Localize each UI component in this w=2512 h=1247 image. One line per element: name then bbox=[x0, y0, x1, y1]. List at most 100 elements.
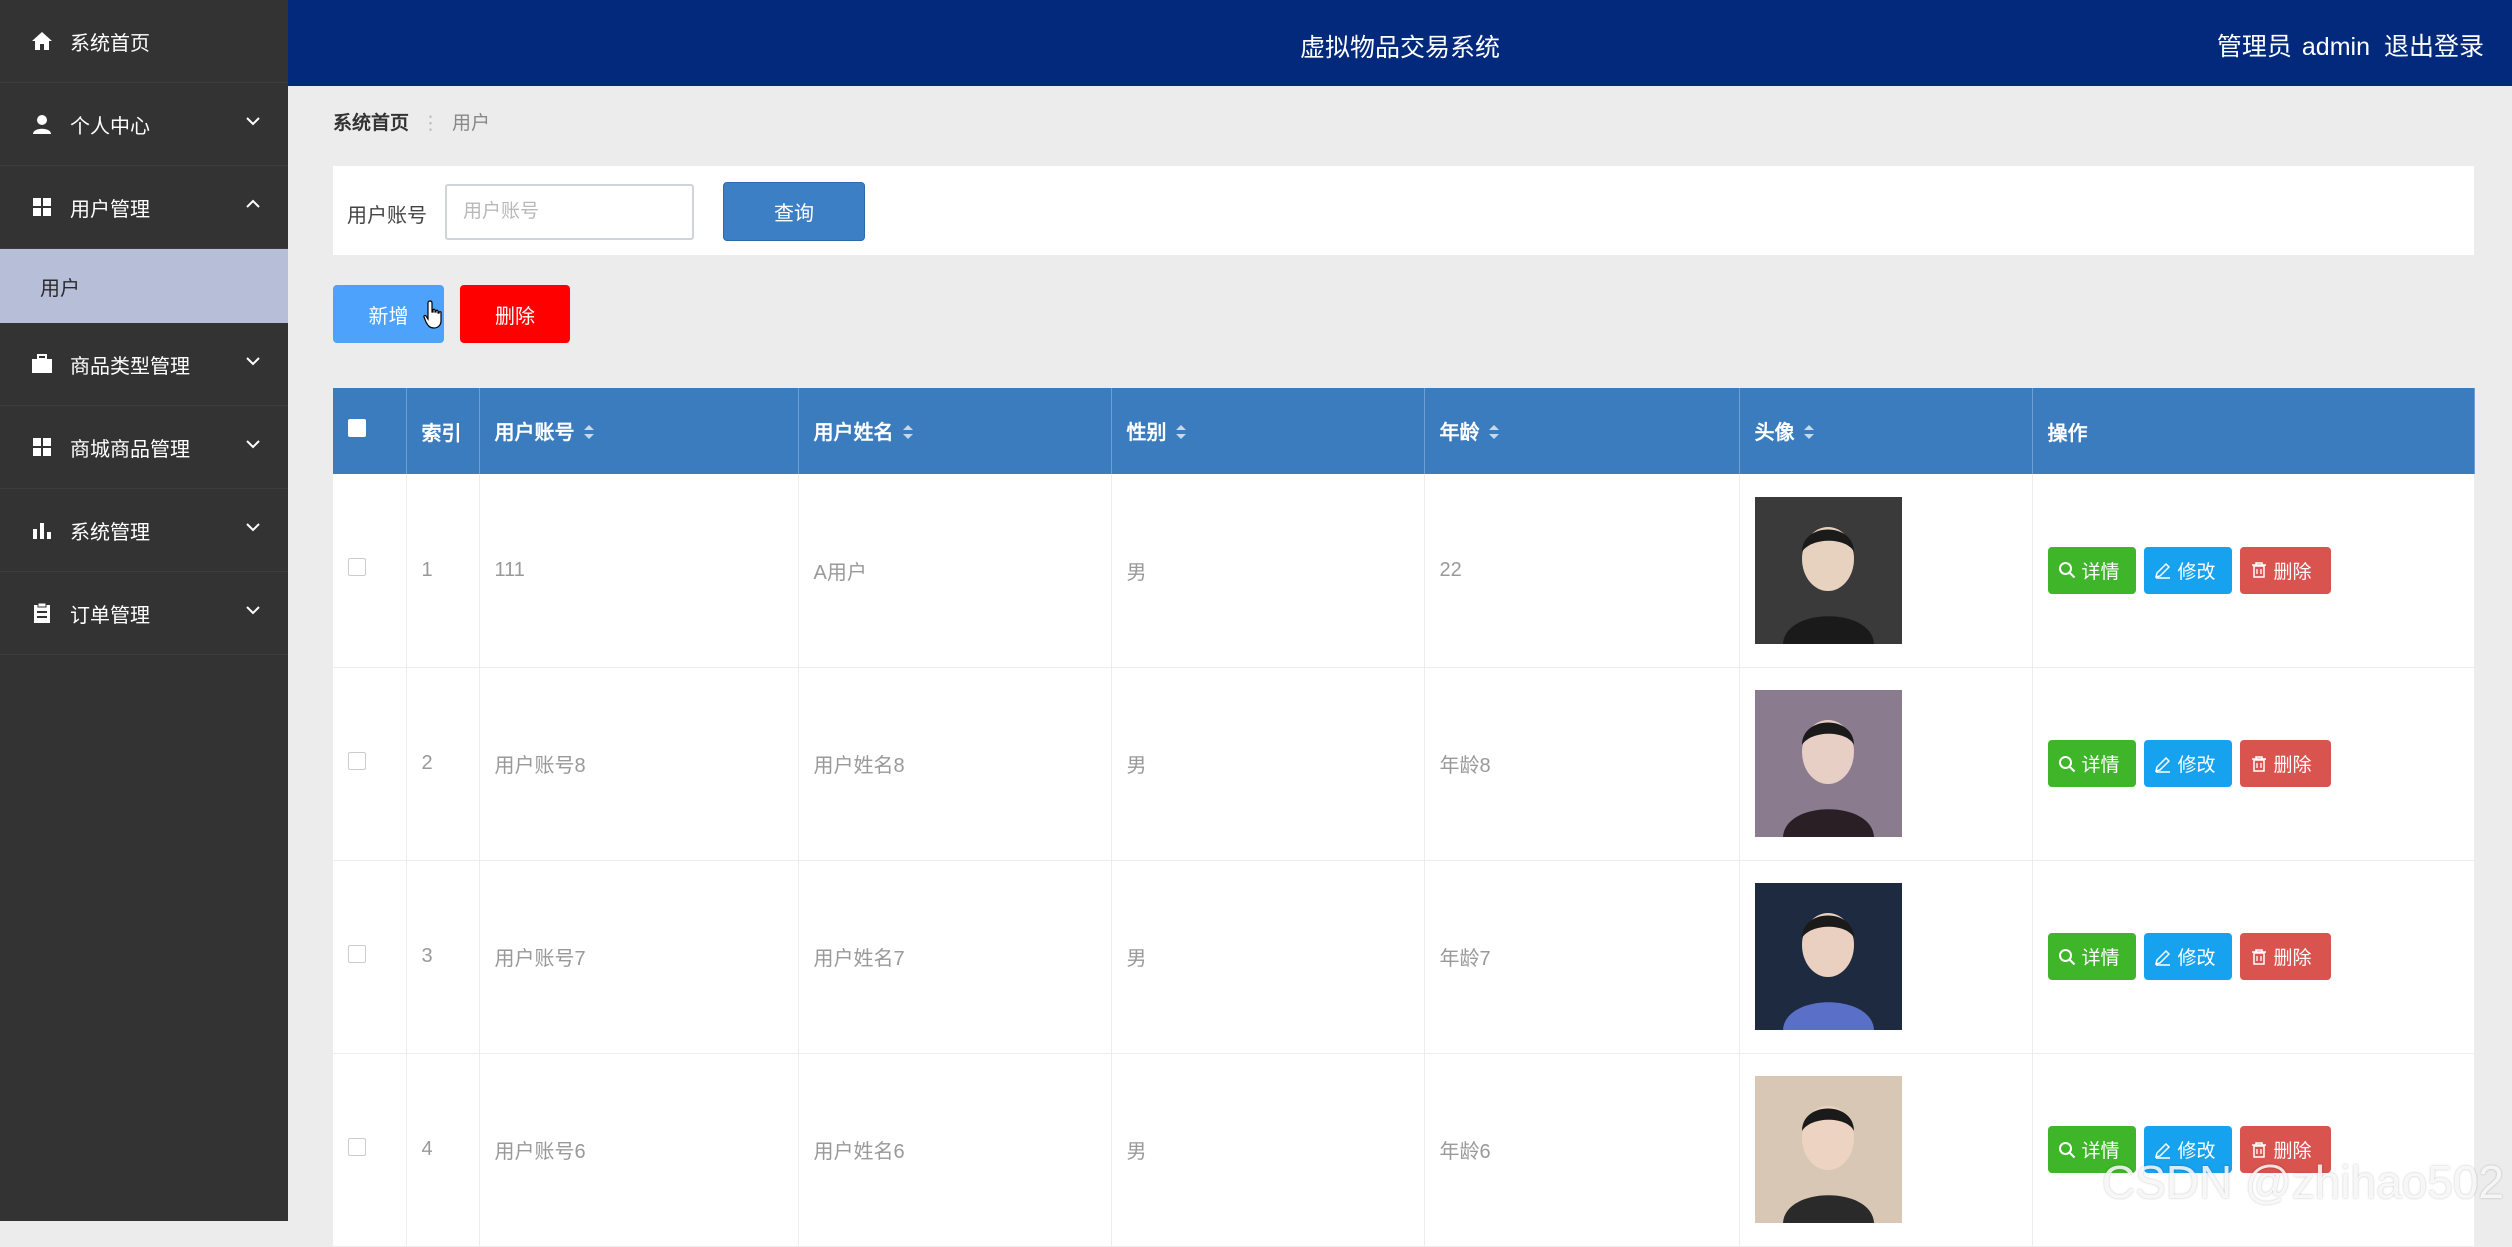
search-input[interactable] bbox=[445, 184, 694, 240]
sidebar-item-label: 系统管理 bbox=[70, 516, 150, 545]
edit-button[interactable]: 修改 bbox=[2144, 740, 2232, 787]
user-info: 管理员 admin 退出登录 bbox=[2207, 27, 2484, 63]
column-header-name[interactable]: 用户姓名 bbox=[798, 388, 1111, 474]
avatar[interactable] bbox=[1755, 497, 1902, 644]
cell-age: 22 bbox=[1424, 474, 1739, 667]
clipboard-icon bbox=[30, 601, 54, 625]
sidebar-item-user-management[interactable]: 用户管理 bbox=[0, 166, 288, 249]
delete-button[interactable]: 删除 bbox=[2240, 547, 2331, 594]
sort-icon[interactable] bbox=[1803, 423, 1815, 446]
batch-delete-button[interactable]: 删除 bbox=[460, 285, 570, 343]
cell-gender: 男 bbox=[1111, 860, 1424, 1053]
sidebar-item-order-management[interactable]: 订单管理 bbox=[0, 572, 288, 655]
user-name: admin bbox=[2302, 33, 2370, 61]
cell-index: 4 bbox=[406, 1053, 479, 1246]
search-icon bbox=[2058, 948, 2076, 966]
detail-button[interactable]: 详情 bbox=[2048, 933, 2136, 980]
query-button[interactable]: 查询 bbox=[723, 182, 865, 241]
cell-account: 用户账号8 bbox=[479, 667, 798, 860]
sort-icon[interactable] bbox=[902, 423, 914, 446]
cell-name: 用户姓名8 bbox=[798, 667, 1111, 860]
home-icon bbox=[30, 29, 54, 53]
table-row: 2 用户账号8 用户姓名8 男 年龄8 详情 修改 bbox=[333, 667, 2474, 860]
sidebar-item-system-management[interactable]: 系统管理 bbox=[0, 489, 288, 572]
edit-button[interactable]: 修改 bbox=[2144, 933, 2232, 980]
cell-ops: 详情 修改 删除 bbox=[2032, 1053, 2474, 1246]
sidebar-item-label: 个人中心 bbox=[70, 110, 150, 139]
trash-icon bbox=[2250, 755, 2268, 773]
avatar[interactable] bbox=[1755, 1076, 1902, 1223]
grid-icon bbox=[30, 435, 54, 459]
cell-ops: 详情 修改 删除 bbox=[2032, 667, 2474, 860]
chevron-down-icon bbox=[246, 522, 258, 534]
row-select-cell[interactable] bbox=[333, 474, 406, 667]
cell-avatar bbox=[1739, 1053, 2032, 1246]
sort-icon[interactable] bbox=[1488, 423, 1500, 446]
row-select-cell[interactable] bbox=[333, 667, 406, 860]
cell-avatar bbox=[1739, 667, 2032, 860]
user-icon bbox=[30, 112, 54, 136]
sort-icon[interactable] bbox=[1175, 423, 1187, 446]
column-header-account[interactable]: 用户账号 bbox=[479, 388, 798, 474]
sidebar-item-product-type-management[interactable]: 商品类型管理 bbox=[0, 323, 288, 406]
row-checkbox[interactable] bbox=[348, 1138, 366, 1156]
row-checkbox[interactable] bbox=[348, 752, 366, 770]
row-select-cell[interactable] bbox=[333, 860, 406, 1053]
cell-ops: 详情 修改 删除 bbox=[2032, 860, 2474, 1053]
breadcrumb-separator: ⋮ bbox=[421, 113, 440, 134]
app-title: 虚拟物品交易系统 bbox=[288, 28, 2512, 64]
sidebar: 系统首页 个人中心 用户管理 用户 商品类型管理 商城商品管理 bbox=[0, 0, 288, 1221]
logout-link[interactable]: 退出登录 bbox=[2384, 33, 2484, 61]
cell-age: 年龄6 bbox=[1424, 1053, 1739, 1246]
row-checkbox[interactable] bbox=[348, 558, 366, 576]
user-role: 管理员 bbox=[2217, 33, 2292, 61]
table-row: 4 用户账号6 用户姓名6 男 年龄6 详情 修改 bbox=[333, 1053, 2474, 1246]
sort-icon[interactable] bbox=[583, 423, 595, 446]
search-label: 用户账号 bbox=[347, 199, 427, 228]
sidebar-item-home[interactable]: 系统首页 bbox=[0, 0, 288, 83]
column-header-age[interactable]: 年龄 bbox=[1424, 388, 1739, 474]
chevron-down-icon bbox=[246, 356, 258, 368]
table-row: 3 用户账号7 用户姓名7 男 年龄7 详情 修改 bbox=[333, 860, 2474, 1053]
detail-button[interactable]: 详情 bbox=[2048, 547, 2136, 594]
detail-button[interactable]: 详情 bbox=[2048, 740, 2136, 787]
row-select-cell[interactable] bbox=[333, 1053, 406, 1246]
sidebar-subitem-users[interactable]: 用户 bbox=[0, 249, 288, 323]
top-bar: 虚拟物品交易系统 管理员 admin 退出登录 bbox=[288, 0, 2512, 86]
column-header-avatar[interactable]: 头像 bbox=[1739, 388, 2032, 474]
table-row: 1 111 A用户 男 22 详情 修改 bbox=[333, 474, 2474, 667]
cell-age: 年龄8 bbox=[1424, 667, 1739, 860]
chevron-down-icon bbox=[246, 605, 258, 617]
cell-index: 3 bbox=[406, 860, 479, 1053]
sidebar-item-mall-product-management[interactable]: 商城商品管理 bbox=[0, 406, 288, 489]
edit-button[interactable]: 修改 bbox=[2144, 547, 2232, 594]
search-icon bbox=[2058, 1141, 2076, 1159]
avatar[interactable] bbox=[1755, 883, 1902, 1030]
select-all-checkbox[interactable] bbox=[348, 419, 366, 437]
cell-gender: 男 bbox=[1111, 667, 1424, 860]
pencil-icon bbox=[2154, 948, 2172, 966]
cell-ops: 详情 修改 删除 bbox=[2032, 474, 2474, 667]
delete-button[interactable]: 删除 bbox=[2240, 740, 2331, 787]
row-checkbox[interactable] bbox=[348, 945, 366, 963]
breadcrumb-current: 用户 bbox=[452, 113, 490, 134]
column-header-ops: 操作 bbox=[2032, 388, 2474, 474]
search-icon bbox=[2058, 755, 2076, 773]
column-header-index: 索引 bbox=[406, 388, 479, 474]
search-icon bbox=[2058, 561, 2076, 579]
cell-index: 1 bbox=[406, 474, 479, 667]
cell-age: 年龄7 bbox=[1424, 860, 1739, 1053]
delete-button[interactable]: 删除 bbox=[2240, 933, 2331, 980]
sidebar-item-personal-center[interactable]: 个人中心 bbox=[0, 83, 288, 166]
cell-gender: 男 bbox=[1111, 1053, 1424, 1246]
cell-avatar bbox=[1739, 860, 2032, 1053]
pointer-cursor-icon bbox=[423, 300, 445, 335]
cell-name: 用户姓名7 bbox=[798, 860, 1111, 1053]
column-header-gender[interactable]: 性别 bbox=[1111, 388, 1424, 474]
chevron-down-icon bbox=[246, 439, 258, 451]
avatar[interactable] bbox=[1755, 690, 1902, 837]
sidebar-item-label: 用户管理 bbox=[70, 193, 150, 222]
cell-gender: 男 bbox=[1111, 474, 1424, 667]
breadcrumb-home[interactable]: 系统首页 bbox=[333, 113, 409, 134]
select-all-header[interactable] bbox=[333, 388, 406, 474]
